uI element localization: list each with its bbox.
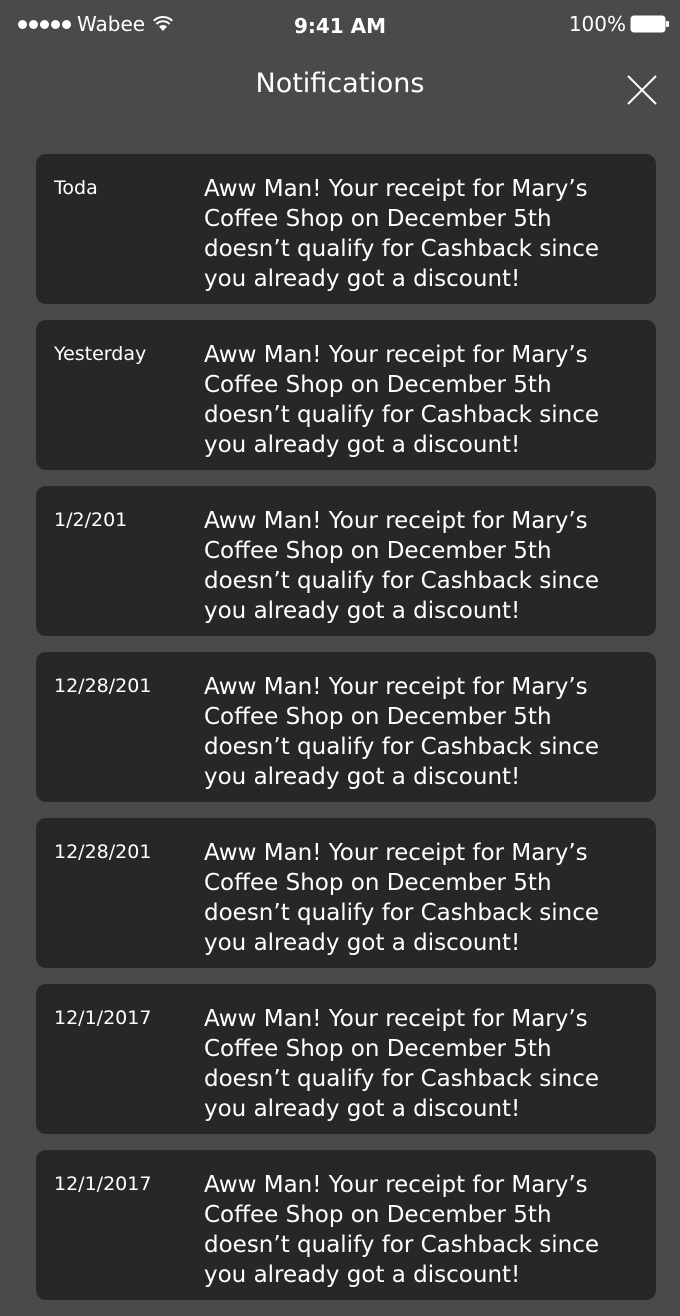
- close-icon[interactable]: [624, 72, 660, 108]
- notification-card[interactable]: Toda Aww Man! Your receipt for Mary’s Co…: [36, 154, 656, 304]
- notification-card[interactable]: 1/2/201 Aww Man! Your receipt for Mary’s…: [36, 486, 656, 636]
- notification-date: 12/28/201: [54, 841, 152, 863]
- notification-message: Aww Man! Your receipt for Mary’s Coffee …: [204, 840, 600, 956]
- notification-card[interactable]: 12/1/2017 Aww Man! Your receipt for Mary…: [36, 984, 656, 1134]
- battery-percent: 100%: [568, 12, 626, 36]
- notification-date: Toda: [54, 177, 98, 199]
- notification-date: Yesterday: [54, 343, 147, 365]
- notification-date: 1/2/201: [54, 509, 128, 531]
- notification-message: Aww Man! Your receipt for Mary’s Coffee …: [204, 508, 600, 624]
- notification-message: Aww Man! Your receipt for Mary’s Coffee …: [204, 1006, 600, 1122]
- notification-message: Aww Man! Your receipt for Mary’s Coffee …: [204, 342, 600, 458]
- notification-list: Toda Aww Man! Your receipt for Mary’s Co…: [36, 154, 656, 1316]
- status-right: 100%: [569, 14, 670, 34]
- notification-card[interactable]: 12/28/201 Aww Man! Your receipt for Mary…: [36, 652, 656, 802]
- notification-date: 12/1/2017: [54, 1007, 152, 1029]
- notification-message: Aww Man! Your receipt for Mary’s Coffee …: [204, 674, 600, 790]
- navigation-bar: Notifications: [0, 60, 680, 110]
- notification-date: 12/1/2017: [54, 1173, 152, 1195]
- battery-icon: [630, 15, 669, 33]
- notification-card[interactable]: 12/1/2017 Aww Man! Your receipt for Mary…: [36, 1150, 656, 1300]
- notification-card[interactable]: 12/28/201 Aww Man! Your receipt for Mary…: [36, 818, 656, 968]
- notification-message: Aww Man! Your receipt for Mary’s Coffee …: [204, 1172, 600, 1288]
- notification-date: 12/28/201: [54, 675, 152, 697]
- status-bar: Wabee 9:41 AM 100%: [0, 0, 680, 40]
- notification-card[interactable]: Yesterday Aww Man! Your receipt for Mary…: [36, 320, 656, 470]
- notification-message: Aww Man! Your receipt for Mary’s Coffee …: [204, 176, 600, 292]
- page-title: Notifications: [255, 68, 425, 99]
